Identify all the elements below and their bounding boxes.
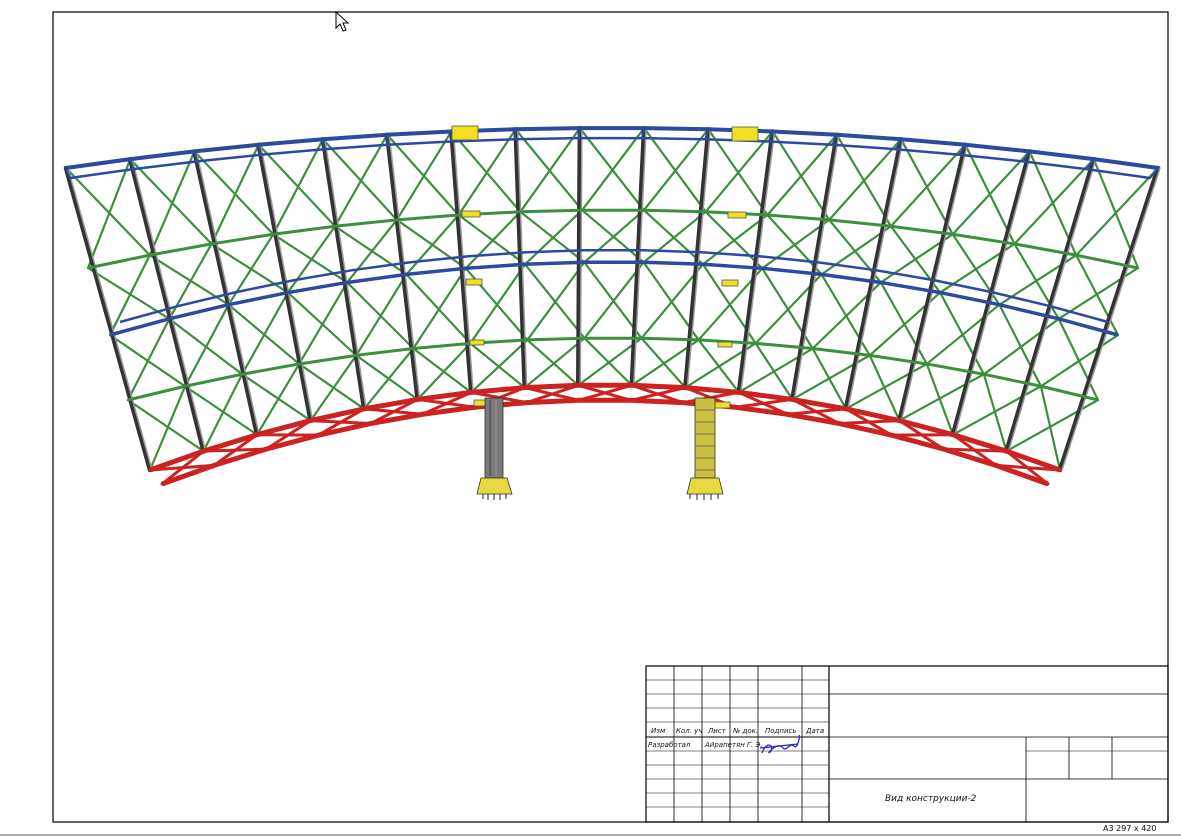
signature — [759, 734, 800, 754]
diagonal-brace — [1039, 333, 1120, 388]
mid-chord-green — [87, 208, 1139, 270]
diagonal-brace — [412, 267, 467, 350]
diagonal-brace — [998, 303, 1043, 388]
vertical-post — [192, 149, 260, 437]
top-chord — [65, 126, 1159, 170]
vertical-post — [127, 156, 206, 454]
diagonal-brace — [464, 210, 522, 270]
diagonal-brace — [286, 225, 337, 294]
connection-plate — [451, 125, 479, 141]
diagonal-brace — [820, 273, 871, 357]
bottom-chord-brace — [733, 397, 794, 409]
vertical-post-highlight — [686, 128, 712, 389]
vertical-post — [63, 165, 153, 473]
diagonal-brace — [346, 218, 398, 284]
header-list: Лист — [708, 727, 726, 735]
header-izm: Изм — [651, 727, 666, 735]
top-chord-tie — [513, 128, 517, 141]
vertical-post — [736, 129, 775, 395]
bottom-chord-brace — [942, 447, 1008, 453]
vertical-post — [629, 125, 647, 388]
diagonal-brace — [925, 303, 1001, 366]
header-doc-number: № док. — [733, 727, 759, 735]
diagonal-brace — [1057, 317, 1100, 402]
connection-plate — [731, 126, 759, 142]
connection-plate — [461, 210, 481, 218]
vertical-post-highlight — [131, 158, 207, 452]
developer-name: Айрапетян Г. Э. — [705, 741, 763, 749]
diagonal-brace — [126, 317, 171, 402]
diagonal-brace — [386, 133, 460, 217]
diagonal-brace — [898, 373, 985, 422]
top-chord-tie — [321, 138, 326, 151]
right-column — [686, 397, 724, 500]
header-kol-uch: Кол. уч — [676, 727, 703, 735]
diagonal-brace — [982, 317, 1060, 376]
diagonal-brace — [514, 128, 584, 212]
vertical-post-highlight — [900, 143, 969, 422]
cursor-arrow-icon — [335, 10, 350, 32]
developer-role: Разработал — [648, 741, 691, 749]
left-column — [476, 397, 513, 500]
diagonal-brace — [405, 213, 460, 276]
diagonal-brace — [519, 127, 581, 213]
vertical-post — [575, 125, 583, 388]
diagonal-brace — [844, 362, 928, 410]
diagonal-brace — [982, 373, 1008, 453]
diagonal-brace — [470, 338, 529, 394]
diagonal-brace — [227, 233, 275, 306]
diagonal-brace — [298, 281, 349, 366]
vertical-post — [1057, 165, 1161, 473]
diagonal-brace — [183, 303, 230, 388]
drawing-sheet — [0, 10, 1181, 836]
diagonal-brace — [355, 354, 419, 401]
connection-plate — [469, 339, 485, 346]
connection-plate — [721, 279, 739, 287]
diagonal-brace — [355, 273, 408, 357]
connection-plate — [465, 278, 483, 286]
bottom-chord-brace — [838, 419, 901, 426]
truss-structure — [63, 125, 1161, 487]
diagonal-brace — [1039, 385, 1062, 472]
bottom-chord-brace — [629, 386, 687, 402]
diagonal-brace — [108, 254, 151, 337]
diagonal-brace — [241, 291, 289, 376]
diagonal-brace — [523, 209, 584, 266]
header-date: Дата — [806, 727, 825, 735]
diagonal-brace — [450, 130, 522, 213]
header-signature: Подпись — [765, 727, 797, 735]
diagonal-brace — [879, 281, 928, 366]
connection-plate — [717, 341, 733, 348]
connection-plate — [727, 211, 747, 219]
drawing-title: Вид конструкции-2 — [885, 794, 977, 804]
diagonal-brace — [828, 138, 903, 221]
diagonal-brace — [412, 347, 473, 394]
diagonal-brace — [469, 263, 527, 345]
sheet-format: A3 297 x 420 — [1103, 824, 1157, 833]
diagonal-brace — [939, 291, 985, 376]
